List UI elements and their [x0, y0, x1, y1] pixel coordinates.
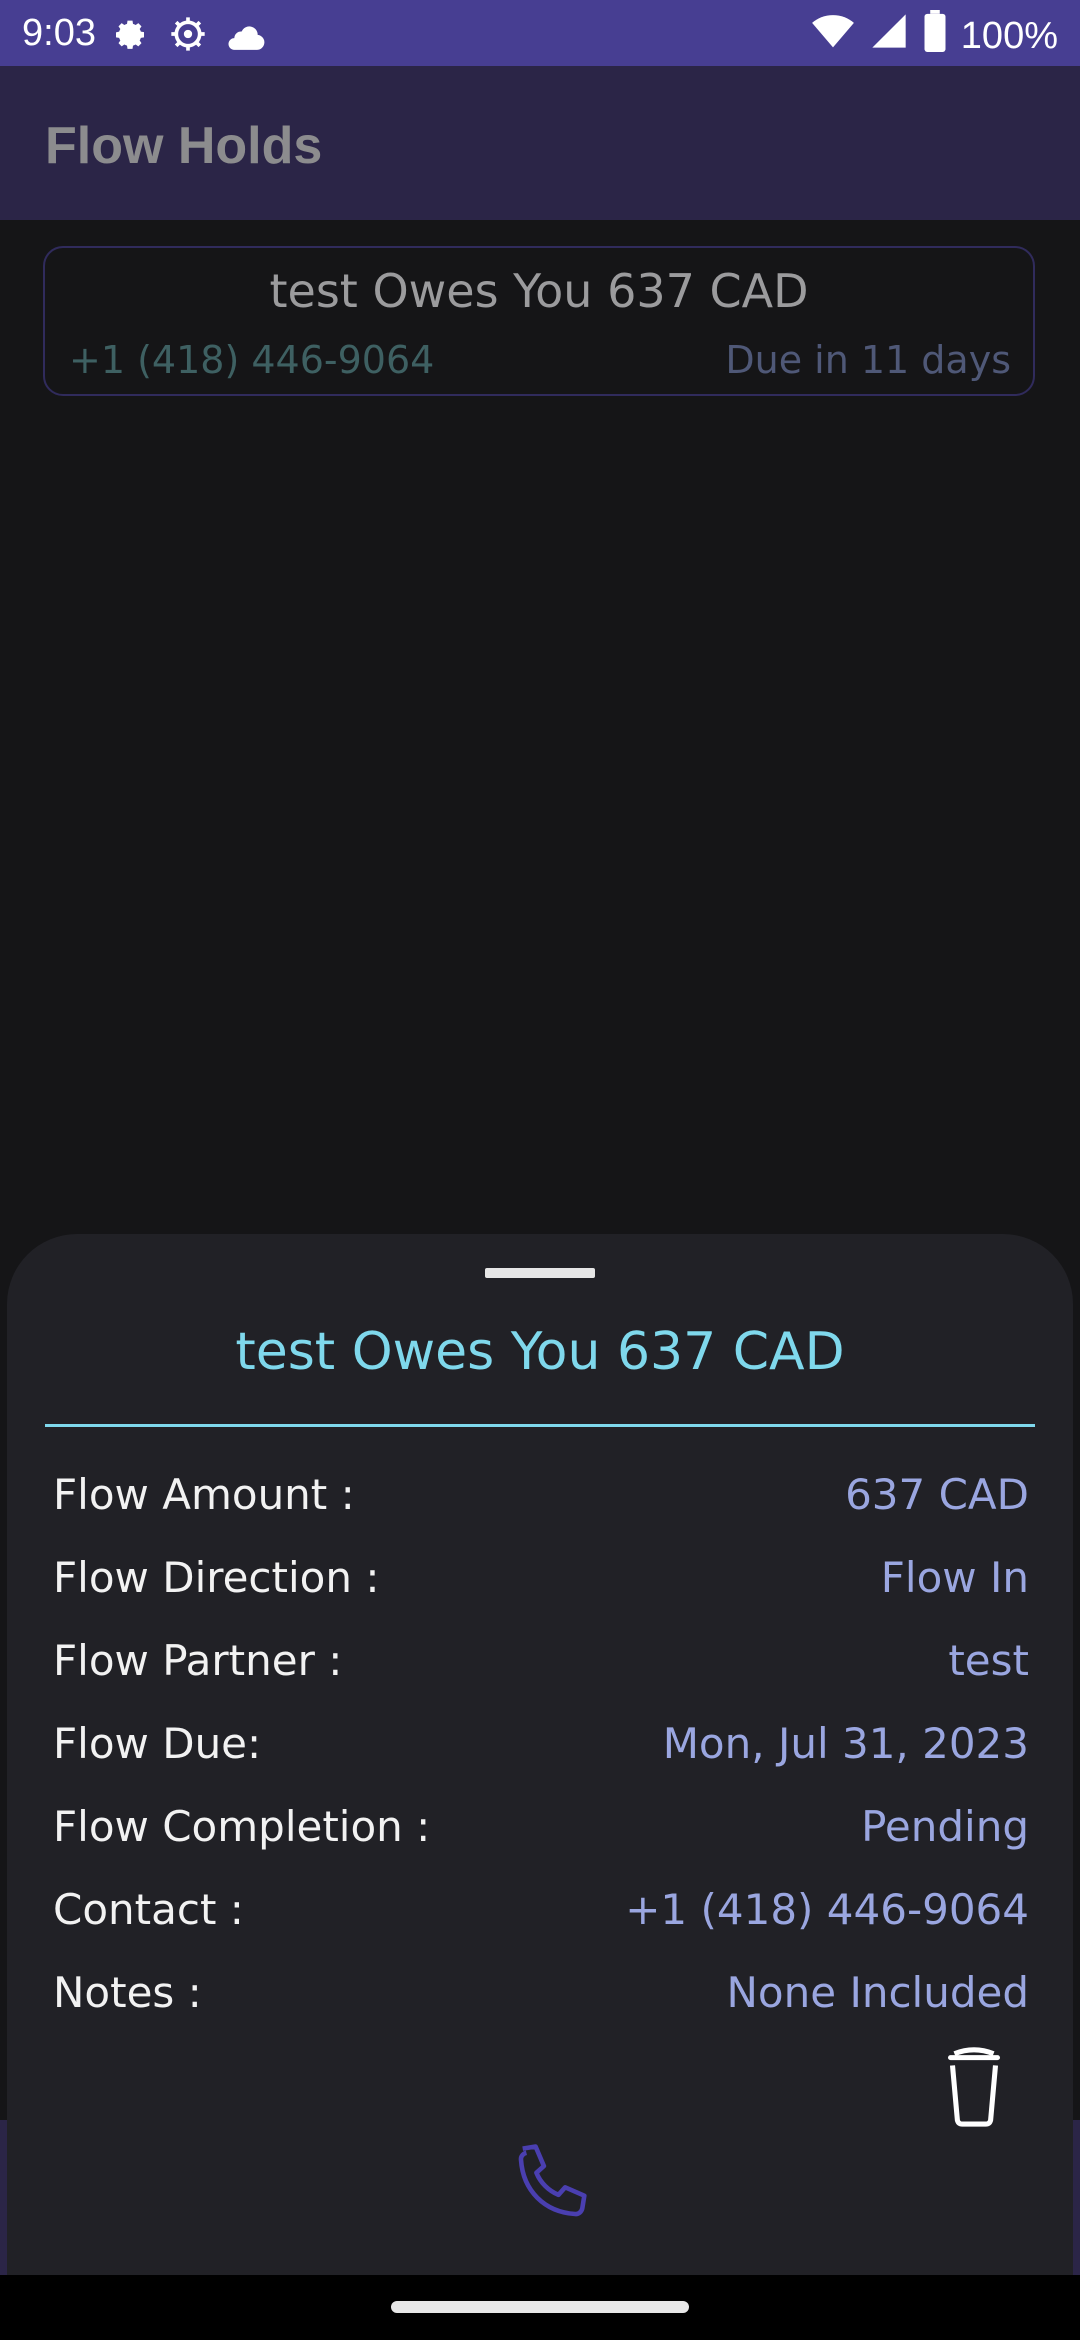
- detail-row-due: Flow Due: Mon, Jul 31, 2023: [53, 1719, 1029, 1779]
- detail-row-amount: Flow Amount : 637 CAD: [53, 1470, 1029, 1530]
- battery-icon: [923, 10, 947, 62]
- hold-card-phone: +1 (418) 446-9064: [69, 338, 435, 382]
- hold-card[interactable]: test Owes You 637 CAD +1 (418) 446-9064 …: [43, 246, 1035, 396]
- detail-value: Pending: [861, 1802, 1029, 1851]
- detail-label: Contact :: [53, 1885, 244, 1934]
- hold-card-due: Due in 11 days: [725, 338, 1011, 382]
- screen: 9:03 100% Flow Holds test Owes You 637 C…: [0, 0, 1080, 2340]
- status-icons-right: 100%: [811, 10, 1058, 62]
- detail-label: Flow Completion :: [53, 1802, 431, 1851]
- hold-card-title: test Owes You 637 CAD: [269, 264, 809, 318]
- detail-label: Flow Direction :: [53, 1553, 380, 1602]
- detail-row-partner: Flow Partner : test: [53, 1636, 1029, 1696]
- detail-value: Flow In: [880, 1553, 1029, 1602]
- page-title: Flow Holds: [45, 117, 323, 175]
- sheet-title: test Owes You 637 CAD: [235, 1322, 845, 1382]
- detail-row-contact: Contact : +1 (418) 446-9064: [53, 1885, 1029, 1945]
- detail-value: Mon, Jul 31, 2023: [662, 1719, 1029, 1768]
- sheet-divider: [45, 1424, 1035, 1427]
- trash-icon: [934, 2047, 1014, 2132]
- status-icons-left: [110, 14, 266, 64]
- detail-label: Flow Due:: [53, 1719, 262, 1768]
- home-indicator[interactable]: [391, 2301, 689, 2313]
- detail-value: None Included: [726, 1968, 1029, 2017]
- drag-handle[interactable]: [485, 1268, 595, 1278]
- settings-alt-icon: [168, 14, 208, 64]
- app-bar: Flow Holds: [0, 66, 1080, 220]
- detail-row-notes: Notes : None Included: [53, 1968, 1029, 2028]
- status-time: 9:03: [22, 12, 96, 54]
- detail-row-direction: Flow Direction : Flow In: [53, 1553, 1029, 1613]
- call-button[interactable]: [501, 2134, 601, 2234]
- detail-label: Flow Amount :: [53, 1470, 355, 1519]
- system-nav-bar: [0, 2275, 1080, 2340]
- detail-value: 637 CAD: [845, 1470, 1029, 1519]
- detail-label: Flow Partner :: [53, 1636, 343, 1685]
- detail-value: test: [948, 1636, 1029, 1685]
- cloud-icon: [226, 17, 266, 61]
- status-bar: 9:03 100%: [0, 0, 1080, 66]
- details-bottom-sheet: test Owes You 637 CAD Flow Amount : 637 …: [7, 1234, 1073, 2275]
- delete-button[interactable]: [934, 2042, 1014, 2128]
- settings-gear-icon: [110, 14, 150, 64]
- detail-label: Notes :: [53, 1968, 202, 2017]
- signal-icon: [869, 11, 909, 61]
- detail-row-completion: Flow Completion : Pending: [53, 1802, 1029, 1862]
- wifi-icon: [811, 11, 855, 61]
- battery-percentage: 100%: [960, 14, 1058, 57]
- detail-value: +1 (418) 446-9064: [625, 1885, 1029, 1934]
- phone-icon: [501, 2144, 601, 2238]
